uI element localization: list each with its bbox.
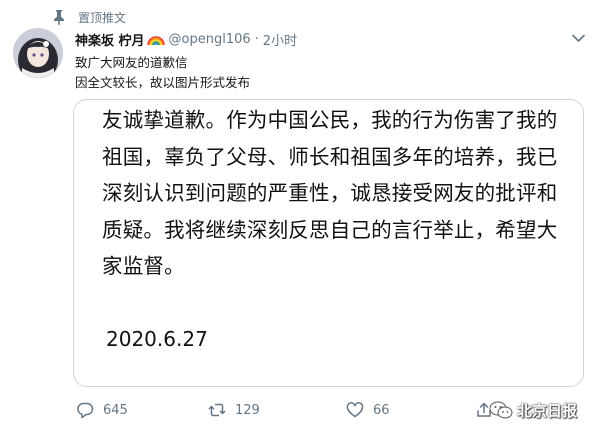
avatar[interactable] [13, 28, 63, 78]
chevron-down-icon[interactable] [572, 34, 585, 43]
reply-button[interactable]: 645 [76, 396, 128, 424]
display-name[interactable]: 神楽坂 柠月 [75, 30, 145, 49]
pinned-tweet-label: 置顶推文 [52, 7, 126, 27]
attached-image[interactable]: 友诚挚道歉。作为中国公民，我的行为伤害了我的祖国，辜负了父母、师长和祖国多年的培… [73, 99, 584, 387]
separator-dot: · [254, 32, 259, 47]
letter-text: 友诚挚道歉。作为中国公民，我的行为伤害了我的祖国，辜负了父母、师长和祖国多年的培… [102, 108, 558, 278]
tweet-header: 神楽坂 柠月 @opengl106 · 2小时 [75, 30, 297, 49]
rainbow-icon [146, 35, 165, 45]
retweet-icon [208, 403, 226, 417]
like-count: 66 [373, 402, 390, 418]
retweet-button[interactable]: 129 [208, 396, 260, 424]
avatar-image [13, 28, 63, 78]
watermark: 北京日报 [488, 396, 577, 424]
pin-icon [54, 10, 64, 25]
like-icon [346, 402, 364, 418]
like-button[interactable]: 66 [346, 396, 390, 424]
pinned-text: 置顶推文 [78, 10, 127, 25]
reply-icon [77, 402, 94, 419]
tweet-text-line: 致广大网友的道歉信 [75, 55, 188, 70]
tweet-time[interactable]: 2小时 [263, 30, 297, 49]
letter-date: 2020.6.27 [106, 327, 208, 351]
reply-count: 645 [103, 402, 128, 418]
wechat-logo-icon [489, 401, 513, 419]
tweet-text-line: 因全文较长，故以图片形式发布 [75, 75, 251, 90]
retweet-count: 129 [235, 402, 260, 418]
watermark-text: 北京日报 [517, 401, 578, 420]
user-handle[interactable]: @opengl106 [169, 32, 251, 47]
